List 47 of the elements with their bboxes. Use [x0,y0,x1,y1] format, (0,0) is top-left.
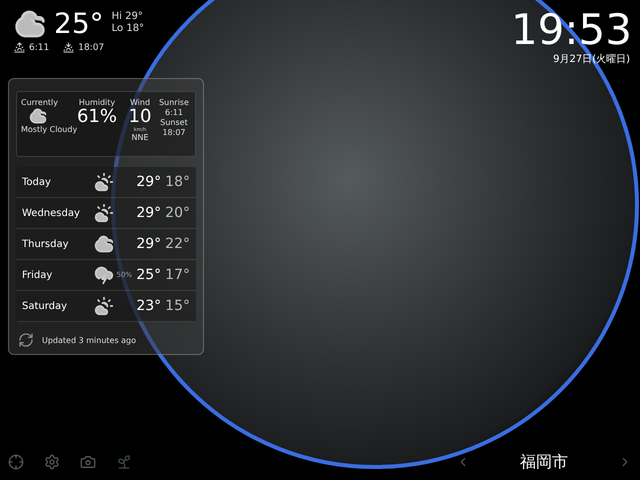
low-temperature: Lo 18° [112,23,144,35]
sunrise-time: 6:11 [165,108,183,117]
day-name: Saturday [22,300,68,312]
high-temperature: 29° [136,236,162,252]
sunset-icon [63,42,74,53]
sunrise-time: 6:11 [29,42,50,52]
low-temperature: 20° [165,205,190,221]
sunrise-icon [14,42,25,53]
high-temperature: 29° [136,174,162,190]
partly-cloudy-icon [94,172,114,192]
crosshair-icon[interactable] [8,454,24,470]
low-temperature: 17° [165,267,190,283]
day-name: Today [22,176,52,188]
humidity-value: 61% [76,107,117,127]
wind-direction: NNE [131,133,149,142]
settings-icon[interactable] [44,454,60,470]
high-temperature: 25° [136,267,162,283]
storm-icon [94,265,114,285]
current-temperature: 25° [54,8,104,40]
city-name: 福岡市 [520,452,568,472]
day-name: Thursday [22,238,70,250]
currently-label: Currently [21,98,58,107]
day-name: Friday [22,270,54,280]
sunset-label: Sunset [160,118,188,127]
clouds-icon [29,107,47,125]
humidity-label: Humidity [78,98,116,107]
partly-cloudy-icon [94,203,114,223]
sunrise-label: Sunrise [159,98,189,107]
condition-text: Mostly Cloudy [21,125,78,134]
low-temperature: 15° [165,298,190,314]
wind-label: Wind [130,98,150,107]
clouds-icon [14,8,46,40]
refresh-icon[interactable] [18,332,34,348]
updated-text: Updated 3 minutes ago [42,336,136,344]
wind-speed: 10 [128,107,152,127]
high-temperature: Hi 29° [112,11,144,23]
low-temperature: 22° [165,236,190,252]
high-temperature: 23° [136,298,162,314]
day-name: Wednesday [22,208,81,218]
clouds-icon [94,234,114,254]
sprout-icon[interactable] [116,454,132,470]
low-temperature: 18° [165,174,190,190]
partly-cloudy-icon [94,296,114,316]
sunset-time: 18:07 [78,42,104,52]
camera-icon[interactable] [80,454,96,470]
sunset-time: 18:07 [162,128,186,137]
high-temperature: 29° [136,205,162,221]
